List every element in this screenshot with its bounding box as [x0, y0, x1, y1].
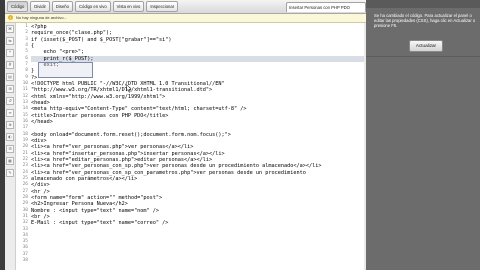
code-tool-icon[interactable]: * [6, 49, 14, 57]
code-view-button[interactable]: Código [7, 1, 29, 12]
design-view-button[interactable]: Diseño [51, 1, 73, 12]
code-line: E-Mail : <input type="text" name="correo… [31, 220, 169, 227]
code-tool-icon[interactable]: ▦ [6, 157, 14, 165]
document-title-tab[interactable]: Insertar Personas con PHP PDO [286, 1, 366, 12]
code-tool-icon[interactable]: ⊕ [6, 121, 14, 129]
code-area[interactable]: <?php require_once("clase.php"); if (isset… [31, 24, 365, 227]
coding-toolbar: ⌘ ⇆ * # ▤ ⊞ ↺ ≡ ⊕ ◐ ☰ ▦ ✎ [5, 23, 16, 270]
update-button[interactable]: Actualizar [409, 40, 443, 52]
code-tool-icon[interactable]: ▤ [6, 73, 14, 81]
document-toolbar: Código Dividir Diseño Código en vivo Vis… [5, 0, 366, 14]
code-line: <li><a href="ver_personas_con_sp.php">ve… [31, 163, 322, 170]
code-tool-icon[interactable]: ✎ [6, 169, 14, 177]
code-tool-icon[interactable]: ≡ [6, 109, 14, 117]
code-tool-icon[interactable]: ⌘ [6, 25, 14, 33]
line-numbers: 1 2 3 4 5 6 7 8 9 10 11 12 13 14 15 16 17 18 19 20 21 22 23 24 2… [16, 24, 28, 264]
code-editor-window: Código Dividir Diseño Código en vivo Vis… [5, 0, 366, 270]
live-code-button[interactable]: Código en vivo [74, 1, 111, 12]
info-message: No hay ninguna de archivo... [16, 15, 67, 20]
code-tool-icon[interactable]: # [6, 61, 14, 69]
panel-header [366, 0, 480, 8]
info-bar: i No hay ninguna de archivo... [5, 14, 366, 23]
right-panel: Se ha cambiado el código. Para actualiza… [366, 0, 480, 270]
live-view-button[interactable]: Vista en vivo [112, 1, 145, 12]
code-tool-icon[interactable]: ◐ [6, 133, 14, 141]
split-view-button[interactable]: Dividir [30, 1, 50, 12]
code-tool-icon[interactable]: ☰ [6, 145, 14, 153]
code-tool-icon[interactable]: ⊞ [6, 85, 14, 93]
info-icon: i [8, 15, 13, 21]
code-tool-icon[interactable]: ⇆ [6, 37, 14, 45]
code-tool-icon[interactable]: ↺ [6, 97, 14, 105]
code-selection-box [38, 62, 93, 78]
mouse-cursor-icon [126, 84, 132, 93]
inspect-button[interactable]: Inspeccionar [146, 1, 179, 12]
panel-message: Se ha cambiado el código. Para actualiza… [374, 13, 476, 28]
panel-divider [366, 56, 480, 57]
line-number: 38 [22, 258, 28, 264]
